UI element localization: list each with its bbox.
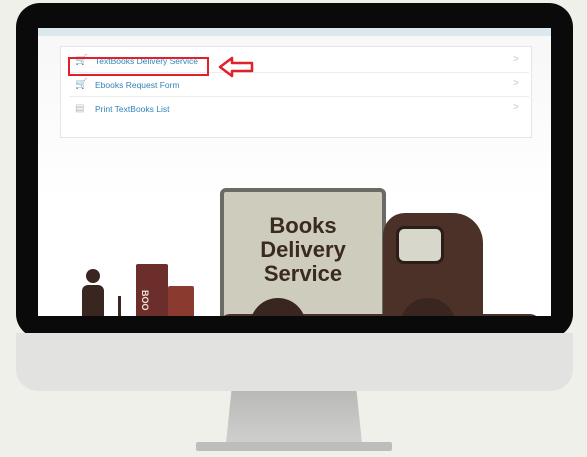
chevron-right-icon: > [513, 78, 519, 89]
screen-top-band [38, 28, 551, 36]
person-body [82, 285, 104, 316]
hand-cart [118, 296, 135, 316]
book-stack-small [168, 286, 194, 316]
book-stack-label: BOO [140, 290, 150, 311]
truck-text-line: Service [263, 261, 343, 286]
monitor-stand-foot [196, 442, 392, 451]
person-head [86, 269, 100, 283]
pointer-arrow-icon [218, 56, 254, 78]
monitor-screen: 🛒 TextBooks Delivery Service > 🛒 Ebooks … [38, 28, 551, 316]
truck-text: Books Delivery Service [220, 214, 386, 286]
menu-item-print-textbooks[interactable]: ▤ Print TextBooks List > [69, 97, 529, 120]
truck-text-line: Books [269, 213, 337, 238]
monitor-chin [16, 333, 573, 391]
highlight-box [68, 57, 209, 76]
chevron-right-icon: > [513, 54, 519, 65]
monitor-stand-neck [226, 391, 362, 443]
chevron-right-icon: > [513, 102, 519, 113]
menu-item-label: Ebooks Request Form [95, 79, 180, 90]
document-icon: ▤ [75, 102, 85, 114]
truck-window [396, 226, 444, 264]
menu-item-label: Print TextBooks List [95, 103, 170, 114]
cart-icon: 🛒 [75, 78, 88, 90]
menu-item-ebooks-request[interactable]: 🛒 Ebooks Request Form > [69, 73, 529, 97]
truck-text-line: Delivery [260, 237, 346, 262]
